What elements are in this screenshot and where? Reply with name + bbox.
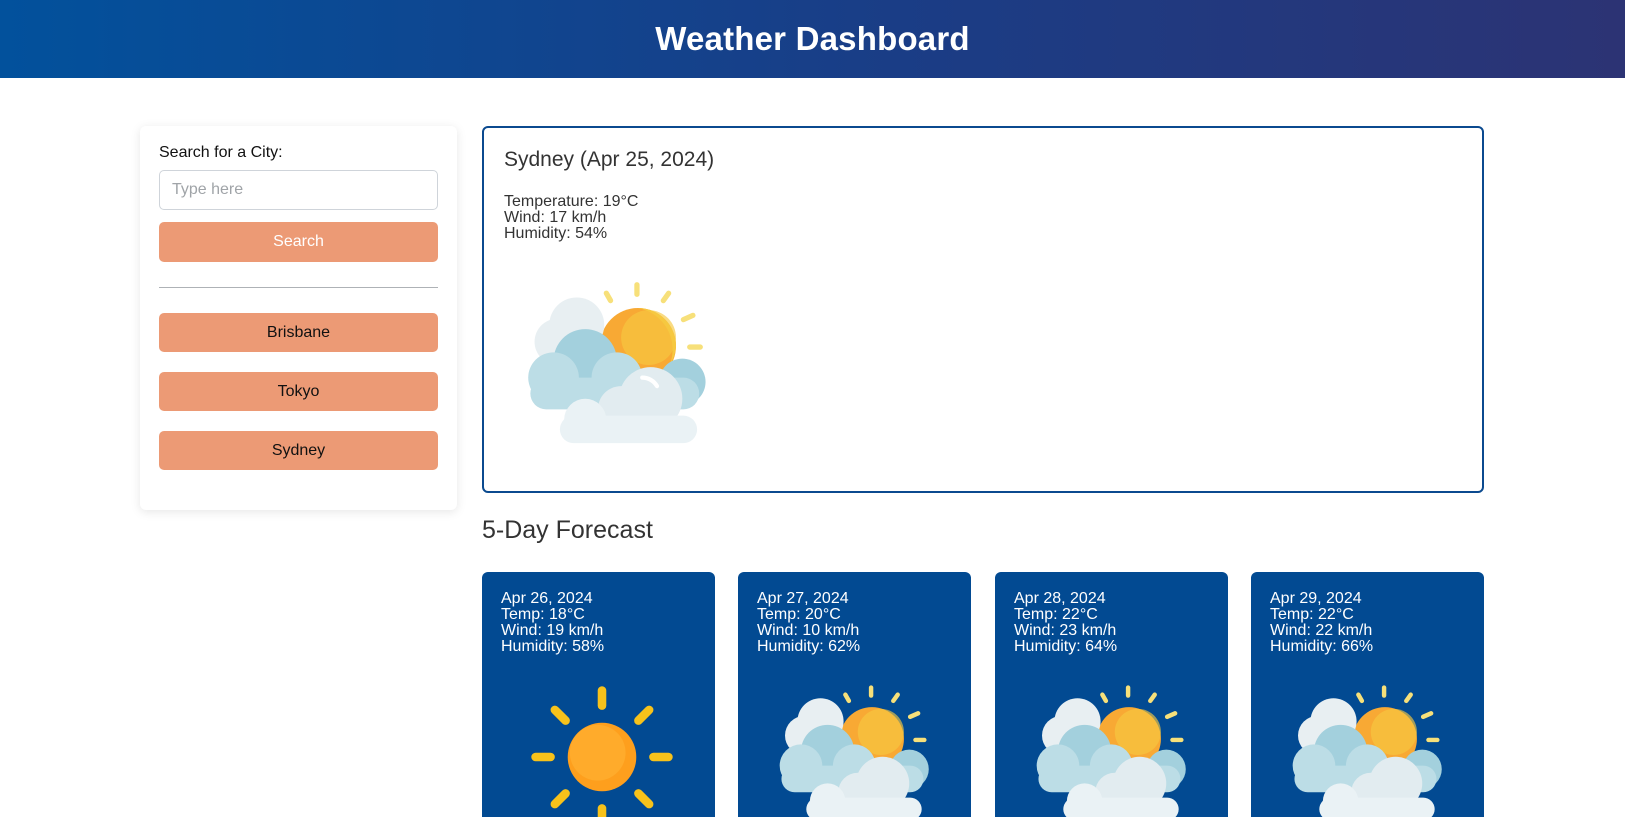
- forecast-title: 5-Day Forecast: [482, 516, 653, 544]
- forecast-wind: Wind: 22 km/h: [1270, 622, 1373, 639]
- forecast-wind: Wind: 10 km/h: [757, 622, 860, 639]
- current-wind: Wind: 17 km/h: [504, 209, 607, 226]
- forecast-temp: Temp: 22°C: [1270, 606, 1354, 623]
- forecast-card: Apr 26, 2024 Temp: 18°C Wind: 19 km/h Hu…: [482, 572, 715, 817]
- forecast-card: Apr 28, 2024 Temp: 22°C Wind: 23 km/h Hu…: [995, 572, 1228, 817]
- current-temperature: Temperature: 19°C: [504, 193, 639, 210]
- partly-cloudy-icon: [1292, 685, 1442, 817]
- history-button-brisbane[interactable]: Brisbane: [159, 313, 438, 352]
- history-button-sydney[interactable]: Sydney: [159, 431, 438, 470]
- forecast-temp: Temp: 20°C: [757, 606, 841, 623]
- history-button-tokyo[interactable]: Tokyo: [159, 372, 438, 411]
- page-title: Weather Dashboard: [655, 20, 970, 57]
- forecast-wind: Wind: 23 km/h: [1014, 622, 1117, 639]
- search-panel: Search for a City: Search Brisbane Tokyo…: [140, 126, 457, 510]
- current-weather-panel: Sydney (Apr 25, 2024) Temperature: 19°C …: [482, 126, 1484, 493]
- current-city-title: Sydney (Apr 25, 2024): [504, 148, 715, 171]
- forecast-card: Apr 29, 2024 Temp: 22°C Wind: 22 km/h Hu…: [1251, 572, 1484, 817]
- forecast-humidity: Humidity: 66%: [1270, 638, 1374, 655]
- forecast-wind: Wind: 19 km/h: [501, 622, 604, 639]
- search-button[interactable]: Search: [159, 222, 438, 262]
- app-header: Weather Dashboard: [0, 0, 1625, 78]
- forecast-humidity: Humidity: 62%: [757, 638, 861, 655]
- forecast-date: Apr 29, 2024: [1270, 590, 1362, 607]
- forecast-date: Apr 28, 2024: [1014, 590, 1106, 607]
- forecast-humidity: Humidity: 58%: [501, 638, 605, 655]
- sun-icon: [531, 686, 673, 817]
- partly-cloudy-icon: [528, 282, 706, 444]
- forecast-temp: Temp: 22°C: [1014, 606, 1098, 623]
- forecast-temp: Temp: 18°C: [501, 606, 585, 623]
- forecast-date: Apr 27, 2024: [757, 590, 849, 607]
- partly-cloudy-icon: [779, 685, 929, 817]
- partly-cloudy-icon: [1036, 685, 1186, 817]
- search-input[interactable]: [159, 170, 438, 210]
- forecast-date: Apr 26, 2024: [501, 590, 593, 607]
- forecast-humidity: Humidity: 64%: [1014, 638, 1118, 655]
- current-humidity: Humidity: 54%: [504, 225, 608, 242]
- forecast-card: Apr 27, 2024 Temp: 20°C Wind: 10 km/h Hu…: [738, 572, 971, 817]
- search-label: Search for a City:: [159, 144, 283, 161]
- divider: [159, 287, 438, 288]
